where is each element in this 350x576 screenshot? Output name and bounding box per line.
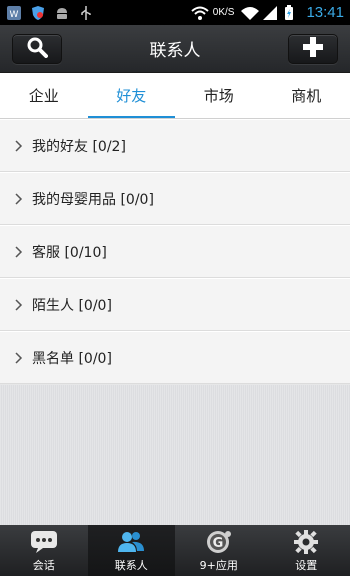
- cell-signal-icon: [262, 5, 278, 21]
- group-label: 客服 [0/10]: [32, 244, 107, 261]
- title-bar: 联系人: [0, 25, 350, 73]
- nav-label: 联系人: [114, 558, 148, 572]
- wifi-signal-icon: [240, 5, 260, 21]
- gear-icon: [291, 529, 321, 555]
- tab-market[interactable]: 市场: [175, 73, 263, 118]
- status-bar: W 0K/S 13:41: [0, 0, 350, 25]
- group-row-strangers[interactable]: 陌生人 [0/0]: [0, 278, 350, 331]
- search-button[interactable]: [12, 34, 62, 64]
- group-row-my-friends[interactable]: 我的好友 [0/2]: [0, 119, 350, 172]
- notification-icons: W: [6, 5, 94, 21]
- chevron-right-icon: [15, 298, 23, 311]
- wifi-icon: [191, 5, 209, 21]
- chevron-right-icon: [15, 351, 23, 364]
- group-row-customer-service[interactable]: 客服 [0/10]: [0, 225, 350, 278]
- add-button[interactable]: [288, 34, 338, 64]
- nav-item-contacts[interactable]: 联系人: [87, 525, 175, 576]
- clock: 13:41: [306, 4, 344, 21]
- group-row-blacklist[interactable]: 黑名单 [0/0]: [0, 331, 350, 384]
- group-label: 我的母婴用品 [0/0]: [32, 191, 154, 208]
- nav-label: 会话: [32, 558, 55, 572]
- shield-icon: [30, 5, 46, 21]
- contacts-icon: [116, 529, 146, 555]
- svg-text:G: G: [212, 536, 223, 551]
- nav-label: 设置: [295, 558, 318, 572]
- group-label: 黑名单 [0/0]: [32, 350, 112, 367]
- contact-tabs: 企业 好友 市场 商机: [0, 73, 350, 119]
- svg-text:W: W: [10, 10, 19, 20]
- chevron-right-icon: [15, 139, 23, 152]
- tab-friends[interactable]: 好友: [87, 73, 176, 118]
- plus-icon: [302, 36, 324, 62]
- nav-item-apps[interactable]: G 9+应用: [175, 525, 263, 576]
- search-icon: [26, 36, 48, 62]
- group-row-baby-products[interactable]: 我的母婴用品 [0/0]: [0, 172, 350, 225]
- list-empty-area: [0, 385, 350, 525]
- battery-icon: [284, 4, 300, 21]
- tab-enterprise[interactable]: 企业: [0, 73, 88, 118]
- network-speed: 0K/S: [212, 7, 235, 18]
- android-icon: [54, 5, 70, 21]
- chevron-right-icon: [15, 192, 23, 205]
- page-title: 联系人: [149, 41, 201, 61]
- nav-label: 9+应用: [199, 558, 238, 572]
- tab-business[interactable]: 商机: [263, 73, 350, 118]
- contact-group-list: 我的好友 [0/2] 我的母婴用品 [0/0] 客服 [0/10] 陌生人 [0…: [0, 119, 350, 384]
- nav-item-chat[interactable]: 会话: [0, 525, 88, 576]
- chevron-right-icon: [15, 245, 23, 258]
- bottom-nav: 会话 联系人 G 9+应用 设置: [0, 525, 350, 576]
- nav-item-settings[interactable]: 设置: [263, 525, 350, 576]
- usb-icon: [78, 5, 94, 21]
- system-indicators: 0K/S 13:41: [191, 4, 344, 21]
- app-notification-icon: W: [6, 5, 22, 21]
- chat-icon: [29, 529, 59, 555]
- apps-icon: G: [204, 529, 234, 555]
- group-label: 我的好友 [0/2]: [32, 138, 126, 155]
- group-label: 陌生人 [0/0]: [32, 297, 112, 314]
